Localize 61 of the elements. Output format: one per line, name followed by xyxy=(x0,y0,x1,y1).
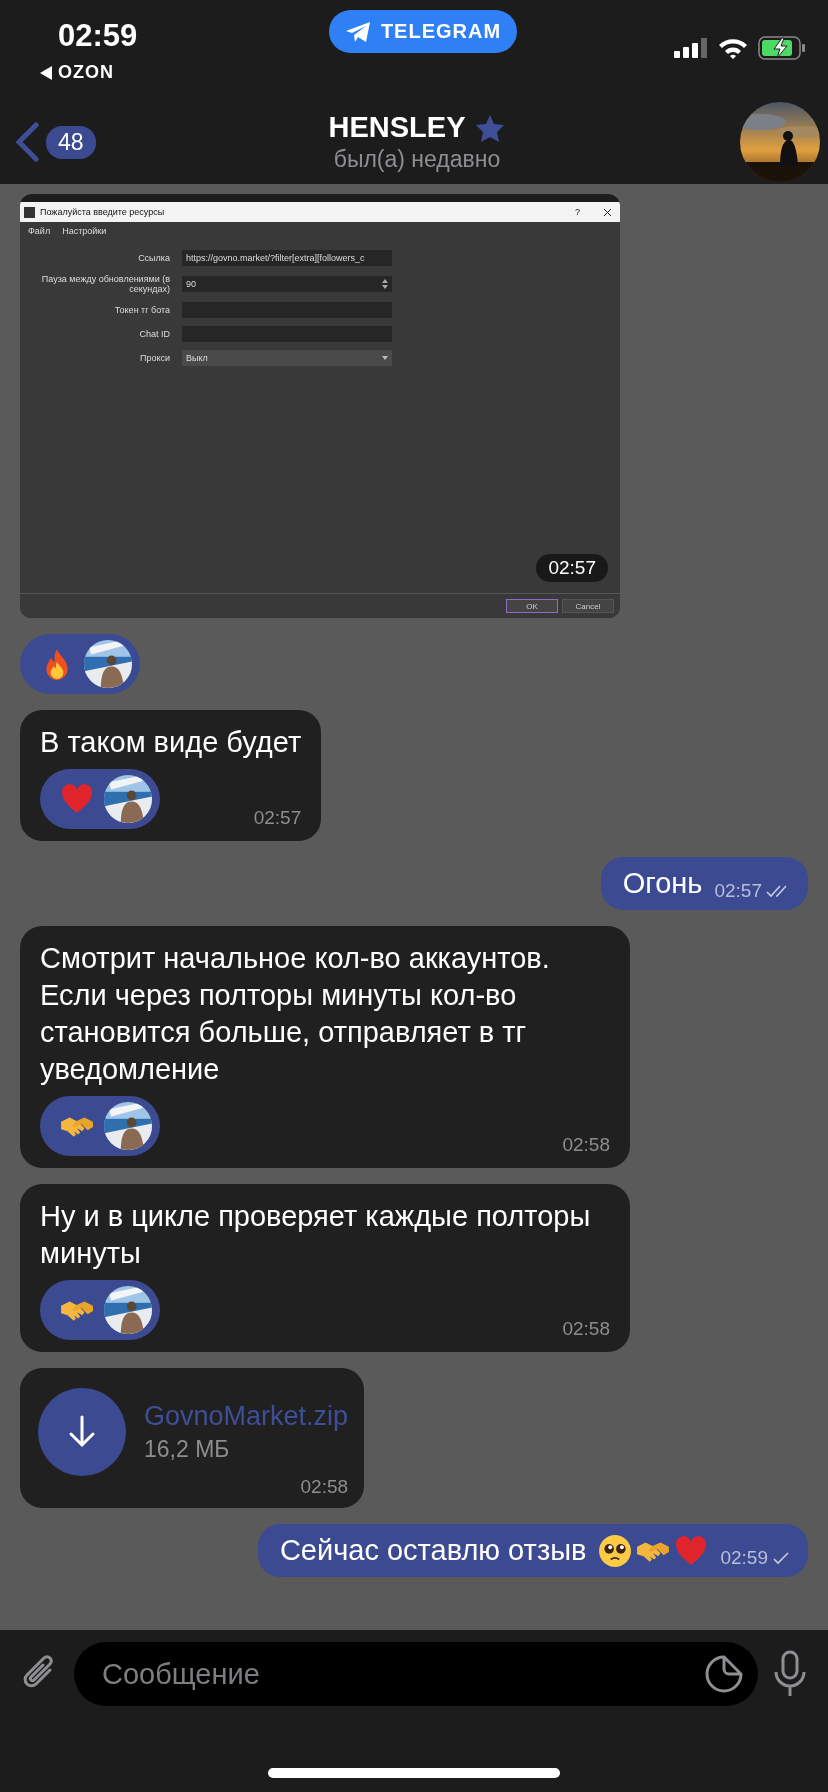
message-field[interactable]: Сообщение xyxy=(74,1642,758,1706)
message-time: 02:57 xyxy=(536,554,608,582)
message-text: Смотрит начальное кол-во аккаунтов. Если через полторы минуты кол-во становится больше, отправляет в тг уведомление xyxy=(40,941,551,1087)
app-icon xyxy=(24,206,35,218)
caret-icon xyxy=(382,356,388,360)
pleading-face-icon xyxy=(598,1533,633,1568)
reaction-chip[interactable] xyxy=(40,769,160,829)
message-bubble[interactable]: Смотрит начальное кол-во аккаунтов. Если через полторы минуты кол-во становится больше, отправляет в тг уведомление 02:58 xyxy=(20,926,630,1168)
unread-badge: 48 xyxy=(46,125,96,159)
message-bubble[interactable]: Ну и в цикле проверяет каждые полторы минуты 02:58 xyxy=(20,1184,630,1352)
reaction-chip[interactable] xyxy=(40,1280,160,1340)
back-to-app-link[interactable]: OZON xyxy=(58,62,114,83)
signal-icon xyxy=(674,38,708,58)
message-bubble[interactable]: Сейчас оставлю отзыв 02:59 xyxy=(257,1524,808,1577)
last-seen-status: был(а) недавно xyxy=(333,146,501,173)
field-label: Прокси xyxy=(138,353,170,363)
microphone-icon[interactable] xyxy=(772,1650,808,1698)
dialog-button[interactable]: Cancel xyxy=(562,599,614,613)
wifi-icon xyxy=(718,37,748,59)
app-pill[interactable]: TELEGRAM xyxy=(328,10,518,53)
input-field[interactable]: https://govno.market/?filter[extra][followers_c xyxy=(182,250,392,266)
paper-plane-icon xyxy=(344,20,371,43)
file-message[interactable]: GovnoMarket.zip 16,2 МБ 02:58 xyxy=(20,1368,365,1508)
spin-field[interactable]: 90 xyxy=(182,276,392,292)
field-label: Chat ID xyxy=(138,329,170,339)
spinner-arrows-icon xyxy=(382,279,388,289)
message-time: 02:57 xyxy=(714,880,762,902)
sticker-icon[interactable] xyxy=(704,1654,744,1694)
dialog-button[interactable]: OK xyxy=(506,599,558,613)
field-label: Токен тг бота xyxy=(113,305,170,315)
message-time: 02:58 xyxy=(562,1318,610,1340)
reaction-chip[interactable] xyxy=(20,634,140,694)
help-button[interactable]: ? xyxy=(575,207,580,217)
menu-item[interactable]: Файл xyxy=(28,226,51,236)
menu-item[interactable]: Настройки xyxy=(62,226,107,236)
message-text: Ну и в цикле проверяет каждые полторы минуты xyxy=(40,1199,592,1271)
download-icon xyxy=(67,1415,97,1449)
reaction-chip[interactable] xyxy=(40,1096,160,1156)
message-time: 02:59 xyxy=(720,1547,768,1569)
message-time: 02:58 xyxy=(300,1476,349,1498)
check-icon xyxy=(772,1551,792,1565)
message-bubble[interactable]: Огонь 02:57 xyxy=(600,857,808,910)
field-label: Пауза между обновлениями (в секундах) xyxy=(40,274,170,294)
message-input[interactable]: Сообщение xyxy=(100,1656,704,1692)
clock: 02:59 xyxy=(58,18,139,54)
message-text: В таком виде будет xyxy=(40,725,302,760)
image-message[interactable]: Пожалуйста введите ресурсы ? Файл Настройки Ссылка https://govno.market/?filter[extra][followers_c Пауза между обновлениями (в секундах) 90 Токен тг бота Chat ID Прокси Выкл OK Cancel 02:57 xyxy=(20,194,620,618)
star-icon xyxy=(475,113,506,142)
battery-charging-icon xyxy=(758,36,806,60)
message-text: Сейчас оставлю отзыв xyxy=(279,1533,587,1568)
message-text: Огонь xyxy=(622,866,703,901)
window-title: Пожалуйста введите ресурсы xyxy=(40,207,165,217)
back-triangle-icon[interactable] xyxy=(40,65,52,80)
chat-title[interactable]: HENSLEY xyxy=(328,111,466,144)
file-size: 16,2 МБ xyxy=(144,1436,231,1463)
dropdown[interactable]: Выкл xyxy=(182,350,392,366)
message-time: 02:57 xyxy=(253,807,302,829)
message-time: 02:58 xyxy=(562,1134,610,1156)
close-icon[interactable] xyxy=(603,207,612,217)
field-label: Ссылка xyxy=(137,253,170,263)
message-bubble[interactable]: В таком виде будет 02:57 xyxy=(20,710,322,841)
